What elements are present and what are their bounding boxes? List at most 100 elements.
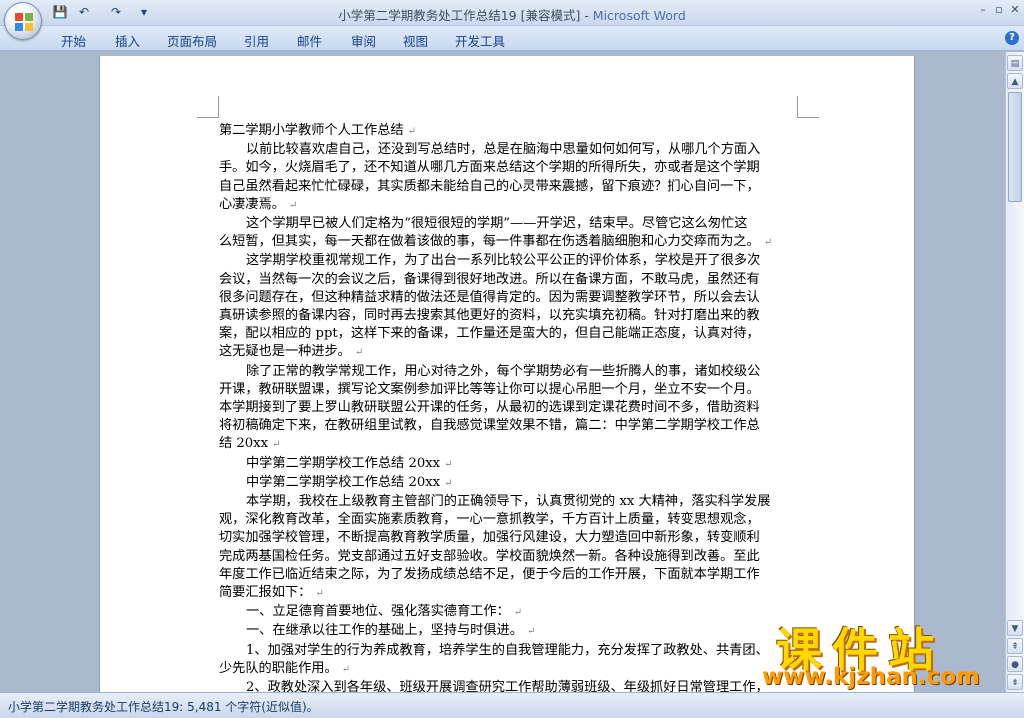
document-title: 小学第二学期教务处工作总结19 [兼容模式]	[338, 8, 581, 23]
status-text: 小学第二学期教务处工作总结19: 5,481 个字符(近似值)。	[8, 700, 319, 714]
document-line-text: 切实加强学校管理，不断提高教育教学质量，加强行风建设，大力塑造回中新形象，转变顺…	[219, 530, 760, 546]
app-name: Microsoft Word	[592, 8, 686, 23]
document-line: 这无疑也是一种进步。 ↵	[219, 343, 797, 362]
document-page[interactable]: 第二学期小学教师个人工作总结 ↵ 以前比较喜欢虐自己，还没到写总结时，总是在脑海中思…	[99, 56, 915, 713]
document-line-text: 一、立足德育首要地位、强化落实德育工作：	[246, 604, 510, 620]
paragraph-mark-icon: ↵	[341, 663, 351, 675]
document-line-text: 心凄凄焉。	[219, 196, 285, 212]
document-line-text: 将初稿确定下来，在教研组里试教，自我感觉课堂效果不错，篇二：中学第二学期学校工作…	[219, 418, 760, 434]
document-line-text: 这无疑也是一种进步。	[219, 344, 351, 360]
paragraph-mark-icon: ↵	[288, 199, 298, 211]
document-line: 本学期，我校在上级教育主管部门的正确领导下，认真贯彻党的 xx 大精神，落实科学…	[219, 493, 797, 511]
paragraph-mark-icon: ↵	[354, 347, 364, 359]
watermark-url: www.kjzhan.com	[762, 664, 980, 690]
margin-corner-right	[797, 96, 819, 118]
document-line-text: 少先队的职能作用。	[219, 660, 338, 676]
document-line-text: 完成两基国检任务。党支部通过五好支部验收。学校面貌焕然一新。各种设施得到改善。至…	[219, 548, 760, 564]
paragraph-mark-icon: ↵	[272, 439, 281, 451]
document-line-text: 简要汇报如下：	[219, 585, 312, 601]
document-line: 少先队的职能作用。 ↵	[219, 660, 797, 679]
tab-references[interactable]: 引用	[244, 31, 269, 50]
document-line-text: 除了正常的教学常规工作，用心对待之外，每个学期势必有一些折腾人的事，诸如校级公	[246, 363, 761, 379]
document-line-text: 中学第二学期学校工作总结 20xx	[246, 474, 441, 490]
document-line: 本学期接到了要上罗山教研联盟公开课的任务，从最初的选课到定课花费时间不多，借助资…	[219, 399, 797, 417]
document-line: 手。如今，火烧眉毛了，还不知道从哪几方面来总结这个学期的所得所失，亦或者是这个学…	[219, 159, 797, 177]
document-line-text: 第二学期小学教师个人工作总结	[219, 123, 404, 138]
vertical-scrollbar[interactable]: ▤ ▲ ▼ ⇞ ● ⇟	[1005, 52, 1024, 692]
scroll-thumb[interactable]	[1008, 92, 1022, 202]
document-line-text: 本学期，我校在上级教育主管部门的正确领导下，认真贯彻党的 xx 大精神，落实科学…	[246, 494, 771, 510]
document-line-text: 年度工作已临近结束之际，为了发扬成绩总结不足，便于今后的工作开展，下面就本学期工…	[219, 566, 760, 582]
tab-page-layout[interactable]: 页面布局	[167, 31, 217, 50]
paragraph-mark-icon: ↵	[763, 237, 773, 249]
document-line: 观，深化教育改革，全面实施素质教育，一心一意抓教学，千方百计上质量，转变思想观念…	[219, 511, 797, 529]
paragraph-mark-icon: ↵	[444, 458, 453, 470]
ruler-toggle-icon[interactable]: ▤	[1007, 55, 1023, 71]
document-line: 案，配以相应的 ppt，这样下来的备课，工作量还是蛮大的，但自己能端正态度，认真…	[219, 325, 797, 343]
paragraph-mark-icon: ↵	[407, 126, 417, 137]
document-line-text: 观，深化教育改革，全面实施素质教育，一心一意抓教学，千方百计上质量，转变思想观念…	[219, 512, 760, 528]
document-line-text: 一、在继承以往工作的基础上，坚持与时俱进。	[246, 623, 523, 639]
tab-mailings[interactable]: 邮件	[297, 31, 322, 50]
restore-icon[interactable]: ▫	[991, 3, 1007, 17]
document-line: 么短暂，但其实，每一天都在做着该做的事，每一件事都在伤透着脑细胞和心力交瘁而为之…	[219, 233, 797, 252]
document-line-text: 这学期学校重视常规工作，为了出台一系列比较公平公正的评价体系，学校是开了很多次	[246, 253, 761, 269]
document-body[interactable]: 第二学期小学教师个人工作总结 ↵ 以前比较喜欢虐自己，还没到写总结时，总是在脑海中思…	[219, 122, 797, 717]
tab-review[interactable]: 审阅	[351, 31, 376, 50]
document-line: 切实加强学校管理，不断提高教育教学质量，加强行风建设，大力塑造回中新形象，转变顺…	[219, 529, 797, 547]
document-line: 开课，教研联盟课，撰写论文案例参加评比等等让你可以提心吊胆一个月，坐立不安一个月…	[219, 381, 797, 399]
document-line-text: 以前比较喜欢虐自己，还没到写总结时，总是在脑海中思量如何如何写，从哪几个方面入	[246, 142, 761, 158]
document-line: 一、立足德育首要地位、强化落实德育工作： ↵	[219, 603, 797, 622]
document-line: 除了正常的教学常规工作，用心对待之外，每个学期势必有一些折腾人的事，诸如校级公	[219, 363, 797, 381]
paragraph-mark-icon: ↵	[315, 588, 324, 600]
document-line-text: 真研读参照的备课内容，同时再去搜索其他更好的资料，以充实填充初稿。针对打磨出来的…	[219, 308, 760, 324]
document-area: 第二学期小学教师个人工作总结 ↵ 以前比较喜欢虐自己，还没到写总结时，总是在脑海中思…	[0, 52, 1005, 713]
document-line: 将初稿确定下来，在教研组里试教，自我感觉课堂效果不错，篇二：中学第二学期学校工作…	[219, 417, 797, 435]
close-icon[interactable]: ✕	[1007, 3, 1023, 17]
document-line: 第二学期小学教师个人工作总结 ↵	[219, 122, 797, 141]
document-line: 中学第二学期学校工作总结 20xx ↵	[219, 474, 797, 493]
ribbon-tabs: 开始 插入 页面布局 引用 邮件 审阅 视图 开发工具 ?	[0, 26, 1024, 51]
document-line-text: 结 20xx	[219, 436, 269, 452]
document-line-text: 手。如今，火烧眉毛了，还不知道从哪几方面来总结这个学期的所得所失，亦或者是这个学…	[219, 160, 760, 176]
document-line: 简要汇报如下： ↵	[219, 584, 797, 603]
scroll-down-icon[interactable]: ▼	[1007, 620, 1023, 636]
document-line: 一、在继承以往工作的基础上，坚持与时俱进。 ↵	[219, 622, 797, 641]
document-line: 心凄凄焉。 ↵	[219, 196, 797, 215]
document-line-text: 自己虽然看起来忙忙碌碌，其实质都未能给自己的心灵带来震撼，留下痕迹？扪心自问一下…	[219, 178, 760, 194]
document-line-text: 会议，当然每一次的会议之后，备课得到很好地改进。所以在备课方面，不敢马虎，虽然还…	[219, 271, 760, 287]
document-line-text: 1、加强对学生的行为养成教育，培养学生的自我管理能力，充分发挥了政教处、共青团、	[246, 642, 769, 658]
tab-view[interactable]: 视图	[403, 31, 428, 50]
document-line: 年度工作已临近结束之际，为了发扬成绩总结不足，便于今后的工作开展，下面就本学期工…	[219, 566, 797, 584]
document-line-text: 么短暂，但其实，每一天都在做着该做的事，每一件事都在伤透着脑细胞和心力交瘁而为之…	[219, 234, 760, 250]
document-line: 1、加强对学生的行为养成教育，培养学生的自我管理能力，充分发挥了政教处、共青团、	[219, 642, 797, 660]
title-bar: 💾 ↶ ↷ ▾ 小学第二学期教务处工作总结19 [兼容模式] - Microso…	[0, 0, 1024, 40]
document-line-text: 开课，教研联盟课，撰写论文案例参加评比等等让你可以提心吊胆一个月，坐立不安一个月…	[219, 381, 760, 397]
window-title: 小学第二学期教务处工作总结19 [兼容模式] - Microsoft Word	[338, 8, 686, 23]
paragraph-mark-icon: ↵	[513, 607, 523, 619]
document-line: 真研读参照的备课内容，同时再去搜索其他更好的资料，以充实填充初稿。针对打磨出来的…	[219, 307, 797, 325]
tab-insert[interactable]: 插入	[115, 31, 140, 50]
minimize-icon[interactable]: –	[975, 3, 991, 17]
document-line-text: 这个学期早已被人们定格为“很短很短的学期”——开学迟，结束早。尽管它这么匆忙这	[246, 216, 748, 232]
document-line: 结 20xx ↵	[219, 435, 797, 454]
document-line-text: 本学期接到了要上罗山教研联盟公开课的任务，从最初的选课到定课花费时间不多，借助资…	[219, 400, 760, 416]
document-line: 这学期学校重视常规工作，为了出台一系列比较公平公正的评价体系，学校是开了很多次	[219, 252, 797, 270]
tab-home[interactable]: 开始	[61, 31, 86, 50]
document-line: 完成两基国检任务。党支部通过五好支部验收。学校面貌焕然一新。各种设施得到改善。至…	[219, 548, 797, 566]
paragraph-mark-icon: ↵	[444, 477, 453, 489]
select-browse-object-icon[interactable]: ●	[1007, 656, 1023, 672]
paragraph-mark-icon: ↵	[526, 626, 536, 638]
tab-developer[interactable]: 开发工具	[455, 31, 505, 50]
help-icon[interactable]: ?	[1005, 31, 1019, 45]
document-line: 这个学期早已被人们定格为“很短很短的学期”——开学迟，结束早。尽管它这么匆忙这	[219, 215, 797, 233]
office-logo-icon	[15, 13, 33, 31]
document-line: 中学第二学期学校工作总结 20xx ↵	[219, 455, 797, 474]
previous-page-icon[interactable]: ⇞	[1007, 638, 1023, 654]
next-page-icon[interactable]: ⇟	[1007, 674, 1023, 690]
document-line-text: 案，配以相应的 ppt，这样下来的备课，工作量还是蛮大的，但自己能端正态度，认真…	[219, 326, 760, 342]
office-button[interactable]	[4, 2, 42, 40]
document-line: 以前比较喜欢虐自己，还没到写总结时，总是在脑海中思量如何如何写，从哪几个方面入	[219, 141, 797, 159]
scroll-up-icon[interactable]: ▲	[1007, 73, 1023, 89]
document-line-text: 很多问题存在，但这种精益求精的做法还是值得肯定的。因为需要调整教学环节，所以会去…	[219, 289, 760, 305]
